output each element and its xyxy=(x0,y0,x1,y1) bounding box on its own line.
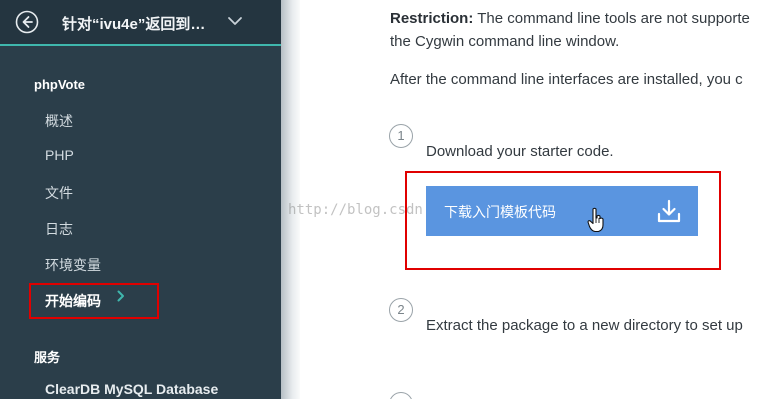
step-number-3 xyxy=(389,392,413,399)
restriction-line-2: the Cygwin command line window. xyxy=(390,33,620,50)
step-number-2: 2 xyxy=(389,298,413,322)
app-section-title: phpVote xyxy=(34,77,86,92)
sidebar-shadow xyxy=(281,0,300,399)
step-2-text: Extract the package to a new directory t… xyxy=(426,317,743,334)
sidebar: 针对“ivu4e”返回到… phpVote 概述 PHP 文件 日志 环境变量 … xyxy=(0,0,281,399)
sidebar-item-logs[interactable]: 日志 xyxy=(45,219,73,239)
main-content: Restriction: The command line tools are … xyxy=(300,0,767,399)
after-install-text: After the command line interfaces are in… xyxy=(390,71,743,88)
highlight-box-sidebar xyxy=(29,283,159,319)
sidebar-item-env-vars[interactable]: 环境变量 xyxy=(45,255,101,275)
sidebar-item-overview[interactable]: 概述 xyxy=(45,111,73,131)
sidebar-item-files[interactable]: 文件 xyxy=(45,183,73,203)
restriction-label: Restriction: xyxy=(390,10,474,27)
restriction-text: The command line tools are not supporte xyxy=(473,10,750,27)
sidebar-item-cleardb[interactable]: ClearDB MySQL Database xyxy=(45,381,218,397)
restriction-paragraph: Restriction: The command line tools are … xyxy=(390,10,750,27)
chevron-down-icon[interactable] xyxy=(227,13,243,29)
sidebar-header: 针对“ivu4e”返回到… xyxy=(0,0,281,46)
sidebar-item-php[interactable]: PHP xyxy=(45,147,74,163)
highlight-box-download xyxy=(405,171,721,270)
step-1-text: Download your starter code. xyxy=(426,143,614,160)
services-section-title: 服务 xyxy=(34,350,61,365)
header-title: 针对“ivu4e”返回到… xyxy=(62,16,206,33)
back-arrow-circle-icon[interactable] xyxy=(15,10,39,34)
step-number-1: 1 xyxy=(389,124,413,148)
